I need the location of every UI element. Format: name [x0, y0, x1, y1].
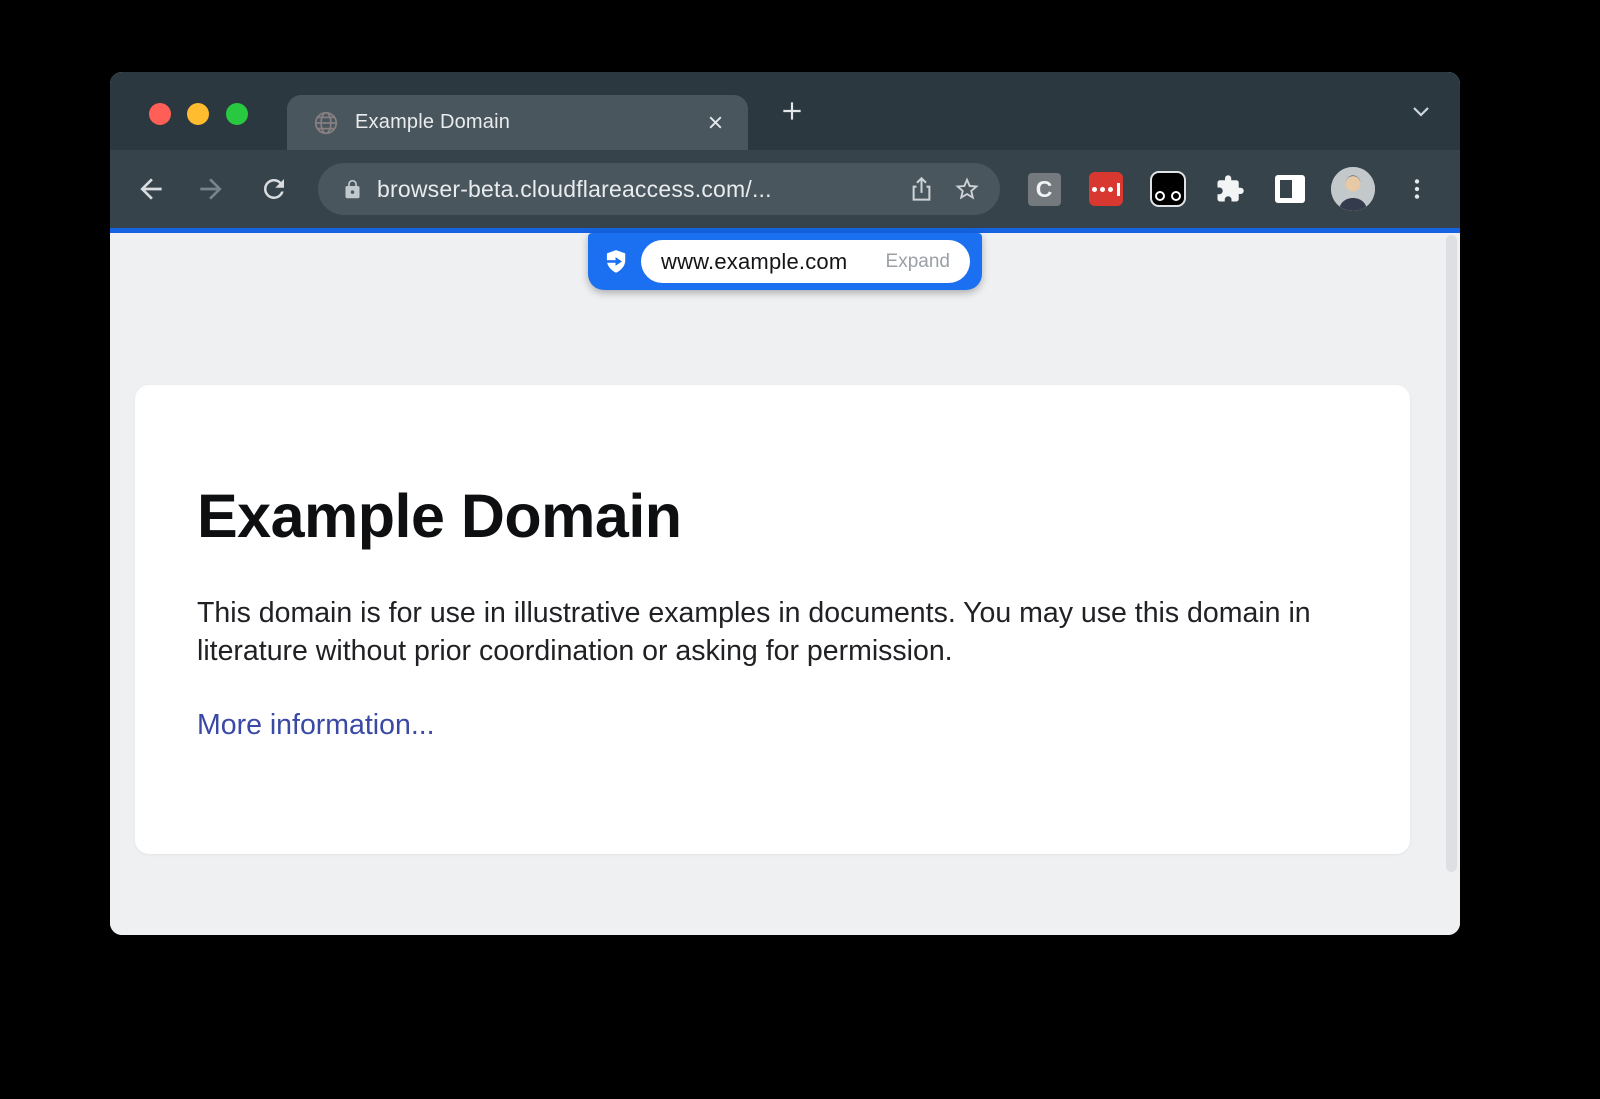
toolbar: browser-beta.cloudflareaccess.com/... C: [110, 150, 1460, 228]
back-button[interactable]: [131, 169, 171, 209]
isolated-hostname: www.example.com: [661, 249, 847, 275]
bookmark-star-icon[interactable]: [952, 174, 982, 204]
reload-button[interactable]: [254, 169, 294, 209]
puzzle-icon: [1215, 174, 1245, 204]
extension-rings-button[interactable]: [1149, 170, 1187, 208]
extension-c-button[interactable]: C: [1025, 170, 1063, 208]
tab-close-icon[interactable]: [702, 110, 728, 136]
browser-window: Example Domain browser-beta.cloudflareac…: [110, 72, 1460, 935]
avatar: [1331, 167, 1375, 211]
extension-lastpass-button[interactable]: [1087, 170, 1125, 208]
kebab-menu-icon: [1404, 176, 1430, 202]
tab-search-chevron-icon[interactable]: [1406, 96, 1436, 126]
content-card: Example Domain This domain is for use in…: [135, 385, 1410, 854]
page-viewport: www.example.com Expand Example Domain Th…: [110, 233, 1460, 935]
share-icon[interactable]: [906, 174, 936, 204]
url-text: browser-beta.cloudflareaccess.com/...: [377, 176, 890, 203]
window-close-button[interactable]: [149, 103, 171, 125]
vertical-scrollbar[interactable]: [1446, 235, 1457, 872]
tab-strip: Example Domain: [110, 72, 1460, 150]
isolation-address-pill[interactable]: www.example.com Expand: [641, 240, 970, 283]
window-minimize-button[interactable]: [187, 103, 209, 125]
goggles-icon: [1150, 171, 1186, 207]
more-information-link[interactable]: More information...: [197, 709, 435, 742]
tab-title: Example Domain: [355, 111, 702, 134]
new-tab-button[interactable]: [774, 93, 810, 129]
isolation-banner[interactable]: www.example.com Expand: [588, 233, 982, 290]
side-panel-icon: [1275, 175, 1305, 203]
profile-button[interactable]: [1331, 167, 1375, 211]
browser-menu-button[interactable]: [1398, 170, 1436, 208]
side-panel-button[interactable]: [1271, 170, 1309, 208]
extensions-menu-button[interactable]: [1211, 170, 1249, 208]
forward-button[interactable]: [191, 169, 231, 209]
extension-c-icon: C: [1028, 173, 1061, 206]
tab-example-domain[interactable]: Example Domain: [287, 95, 748, 150]
globe-favicon-icon: [313, 110, 339, 136]
window-zoom-button[interactable]: [226, 103, 248, 125]
expand-button[interactable]: Expand: [886, 251, 950, 273]
lastpass-icon: [1089, 172, 1123, 206]
address-bar[interactable]: browser-beta.cloudflareaccess.com/...: [318, 163, 1000, 215]
lock-icon: [342, 179, 363, 200]
page-title: Example Domain: [197, 481, 1348, 551]
page-paragraph: This domain is for use in illustrative e…: [197, 595, 1347, 671]
shield-arrow-icon: [601, 248, 629, 276]
